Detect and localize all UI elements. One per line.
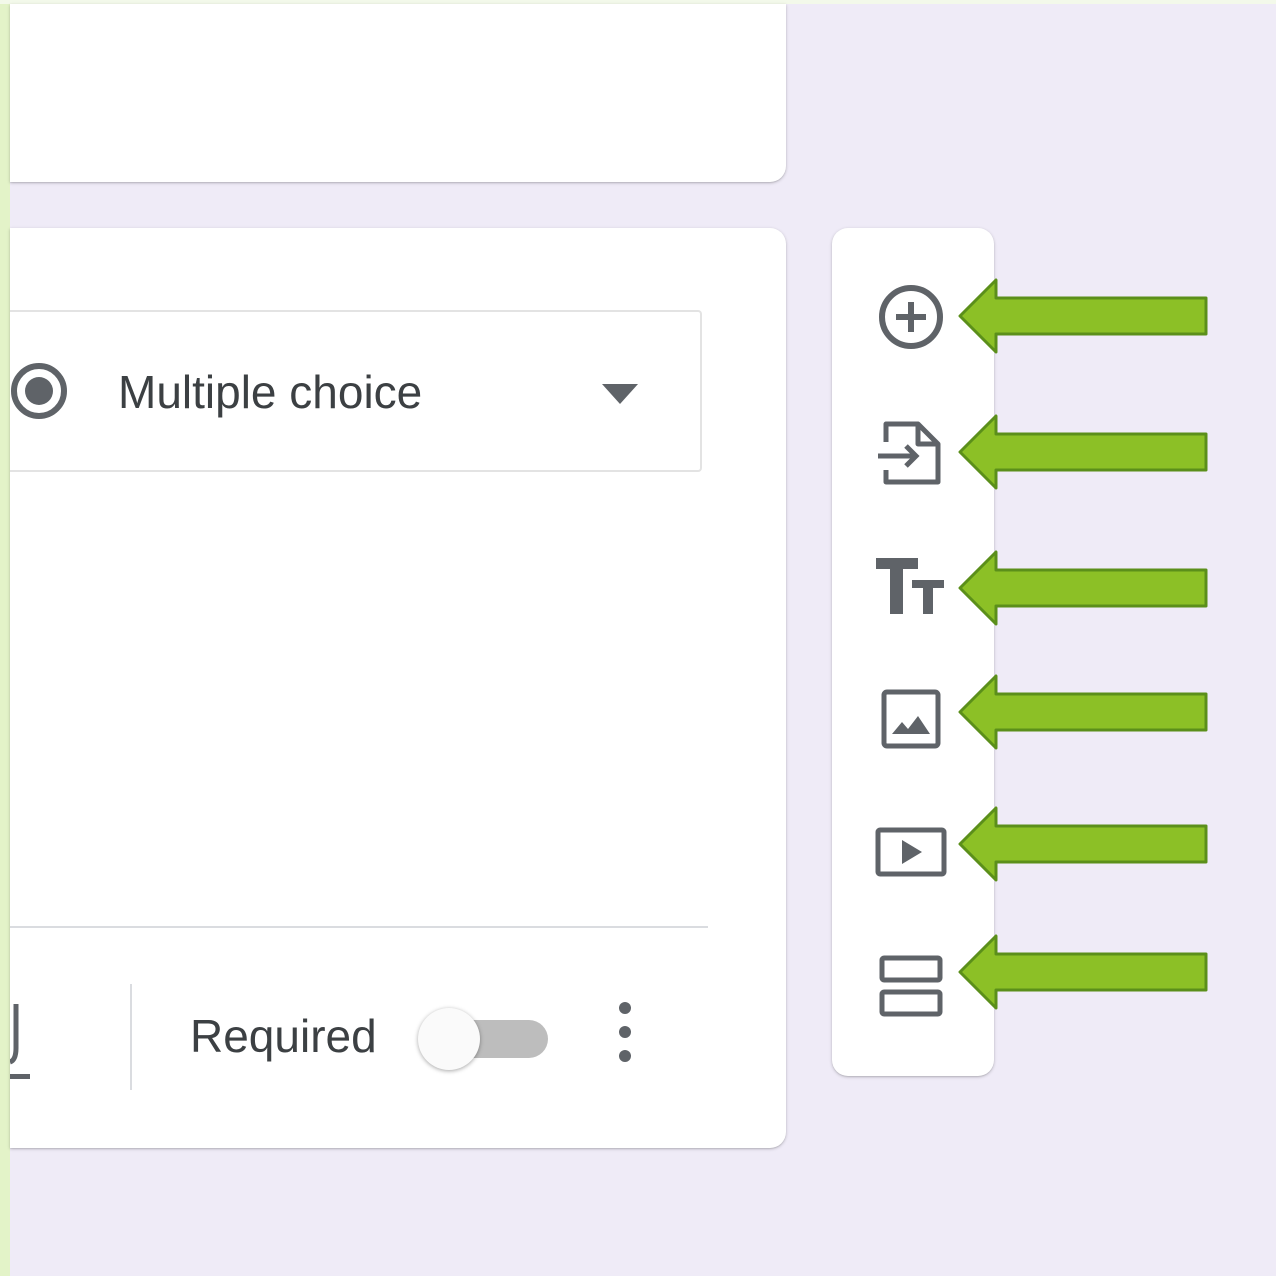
question-type-dropdown[interactable]: Multiple choice (10, 310, 702, 472)
import-questions-button[interactable] (868, 410, 954, 496)
left-edge-strip (0, 0, 10, 1276)
question-type-label: Multiple choice (118, 366, 423, 418)
annotation-arrow (958, 278, 1208, 354)
add-video-button[interactable] (868, 808, 954, 894)
toggle-knob (418, 1008, 480, 1070)
question-card[interactable]: Multiple choice Required (10, 228, 786, 1148)
radio-button-icon (11, 363, 67, 419)
annotation-arrow (958, 550, 1208, 626)
more-options-icon[interactable] (610, 1000, 640, 1064)
image-icon (881, 689, 941, 749)
section-icon (879, 955, 943, 1017)
annotation-arrow (958, 674, 1208, 750)
video-icon (875, 827, 947, 877)
annotation-arrow (958, 414, 1208, 490)
form-header-card[interactable] (10, 4, 786, 182)
add-question-button[interactable] (868, 274, 954, 360)
footer-divider (10, 926, 708, 928)
import-questions-icon (878, 421, 941, 485)
title-text-icon (876, 558, 944, 614)
add-circle-icon (879, 285, 943, 349)
add-section-button[interactable] (868, 942, 954, 1028)
annotation-arrow (958, 806, 1208, 882)
add-image-button[interactable] (868, 676, 954, 762)
required-label: Required (190, 1010, 377, 1062)
annotation-arrow (958, 934, 1208, 1010)
add-title-button[interactable] (868, 544, 954, 630)
dropdown-arrow-icon (602, 384, 638, 404)
footer-vertical-divider (130, 984, 132, 1090)
required-toggle[interactable] (418, 1008, 548, 1070)
underline-icon[interactable] (10, 1004, 30, 1084)
